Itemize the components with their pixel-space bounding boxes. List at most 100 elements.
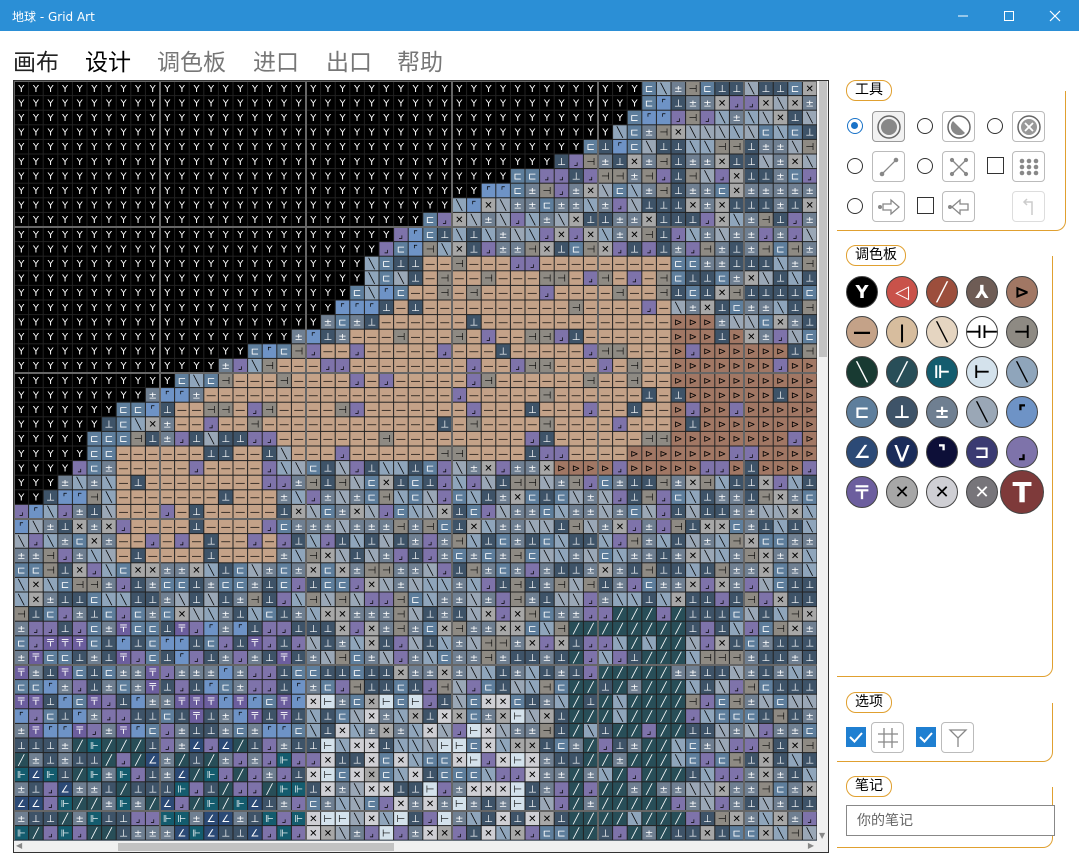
cell-symbol: ⊳ (718, 434, 726, 445)
cell-symbol: ⌟ (793, 215, 798, 226)
cell-symbol: ⊏ (718, 697, 726, 708)
cell-symbol: Y (149, 288, 157, 299)
cell-symbol: — (527, 317, 537, 328)
cell-symbol: ⊏ (733, 522, 741, 533)
cell-symbol: ╲ (368, 257, 376, 270)
cell-symbol: — (542, 259, 552, 270)
cell-symbol: — (119, 449, 129, 460)
menu-palette[interactable]: 调色板 (157, 43, 226, 77)
cell-symbol: ± (557, 478, 565, 489)
cell-symbol: Y (587, 113, 595, 124)
design-canvas[interactable]: YYYYYYYYYYYYYYYYYYYYYYYYYYYYYYYYYYYYYYYY… (13, 80, 829, 853)
cell-symbol: — (279, 420, 289, 431)
cell-symbol: Y (280, 317, 288, 328)
cell-symbol: ⌟ (588, 405, 593, 416)
cell-symbol: ⌟ (588, 595, 593, 606)
cell-symbol: ╲ (601, 184, 609, 197)
cell-symbol: ⌟ (296, 639, 301, 650)
cell-symbol: Y (324, 274, 332, 285)
cell-symbol: Y (32, 332, 40, 343)
menu-help[interactable]: 帮助 (397, 43, 443, 77)
cell-symbol: Y (236, 171, 244, 182)
cell-symbol: ✕ (762, 98, 770, 109)
cell-symbol: Y (280, 215, 288, 226)
cell-symbol: — (440, 332, 450, 343)
cell-symbol: ╲ (718, 126, 726, 139)
cell-symbol: Y (470, 157, 478, 168)
cell-symbol: Y (295, 186, 303, 197)
cell-symbol: Y (382, 157, 390, 168)
cell-symbol: Y (105, 84, 113, 95)
cell-symbol: ⊳ (689, 376, 697, 387)
cell-symbol: Y (17, 244, 25, 255)
cell-symbol: ⌟ (515, 259, 520, 270)
cell-symbol: Y (105, 230, 113, 241)
cell-symbol: Y (251, 157, 259, 168)
cell-symbol: ± (251, 653, 259, 664)
cell-symbol: ⊥ (805, 317, 814, 328)
cell-symbol: — (352, 361, 362, 372)
cell-symbol: Y (46, 171, 54, 182)
cell-symbol: — (659, 317, 669, 328)
cell-symbol: ✕ (338, 624, 346, 635)
cell-symbol: ⊥ (426, 478, 435, 489)
cell-symbol: ± (61, 682, 69, 693)
cell-symbol: Y (236, 259, 244, 270)
cell-symbol: Y (338, 215, 346, 226)
cell-symbol: Y (32, 186, 40, 197)
menu-export[interactable]: 出口 (326, 43, 372, 77)
cell-symbol: — (352, 332, 362, 343)
cell-symbol: ⊥ (440, 230, 449, 241)
cell-symbol: ⊳ (689, 390, 697, 401)
cell-symbol: ⊥ (163, 624, 172, 635)
cell-symbol: ╲ (309, 710, 317, 723)
cell-symbol: ⌜ (282, 726, 287, 737)
cell-symbol: — (644, 376, 654, 387)
cell-symbol: — (338, 420, 348, 431)
cell-symbol: — (542, 317, 552, 328)
cell-symbol: ⌟ (355, 463, 360, 474)
pattern-grid[interactable]: YYYYYYYYYYYYYYYYYYYYYYYYYYYYYYYYYYYYYYYY… (14, 81, 828, 841)
minimize-button[interactable] (940, 0, 986, 31)
cell-symbol: Y (382, 186, 390, 197)
maximize-button[interactable] (986, 0, 1032, 31)
close-button[interactable] (1032, 0, 1078, 31)
cell-symbol: — (250, 507, 260, 518)
cell-symbol: ╱ (674, 607, 682, 620)
cell-symbol: — (469, 332, 479, 343)
cell-symbol: ± (222, 624, 230, 635)
cell-symbol: ⊳ (776, 463, 784, 474)
cell-symbol: ± (499, 244, 507, 255)
cell-symbol: ╲ (192, 374, 200, 387)
cell-symbol: ⊣ (645, 230, 654, 241)
cell-symbol: — (498, 390, 508, 401)
cell-symbol: ± (601, 157, 609, 168)
cell-symbol: ⊣ (543, 420, 552, 431)
cell-symbol: ⊏ (17, 682, 25, 693)
menu-design[interactable]: 设计 (85, 43, 131, 77)
cell-symbol: ⊣ (513, 595, 522, 606)
cell-symbol: Y (134, 303, 142, 314)
cell-symbol: ⊥ (747, 463, 756, 474)
cell-symbol: Y (207, 244, 215, 255)
cell-symbol: ✕ (733, 186, 741, 197)
menu-import[interactable]: 进口 (253, 43, 299, 77)
cell-symbol: ╲ (368, 505, 376, 518)
cell-symbol: — (571, 376, 581, 387)
cell-symbol: ⊥ (148, 712, 157, 723)
cell-symbol: ⊥ (747, 288, 756, 299)
menu-canvas[interactable]: 画布 (13, 43, 59, 77)
cell-symbol: ⌟ (472, 361, 477, 372)
cell-symbol: ╲ (338, 491, 346, 504)
cell-symbol: ⊥ (703, 609, 712, 620)
cell-symbol: ⊥ (294, 653, 303, 664)
cell-symbol: Y (222, 274, 230, 285)
cell-symbol: — (411, 376, 421, 387)
cell-symbol: ╱ (601, 710, 609, 723)
cell-symbol: ⌟ (428, 682, 433, 693)
cell-symbol: ⊥ (499, 347, 508, 358)
cell-symbol: Y (192, 201, 200, 212)
cell-symbol: ╲ (528, 666, 536, 679)
cell-symbol: Y (163, 215, 171, 226)
cell-symbol: Y (178, 244, 186, 255)
